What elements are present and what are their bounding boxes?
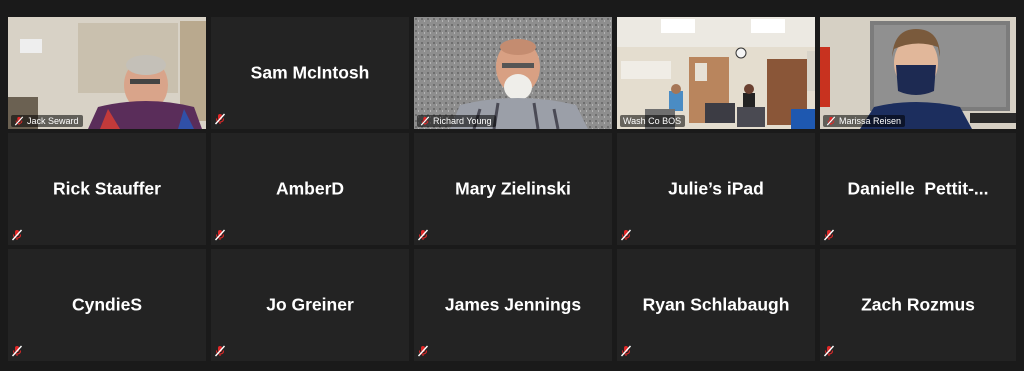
participant-name: CyndieS xyxy=(71,294,143,315)
microphone-muted-icon xyxy=(14,116,24,126)
microphone-muted-icon xyxy=(214,113,226,125)
participant-tile-rick-stauffer[interactable]: Rick Stauffer xyxy=(8,133,206,245)
participant-name: James Jennings xyxy=(444,294,582,315)
participant-tile-zach-rozmus[interactable]: Zach Rozmus xyxy=(820,249,1016,361)
participant-video xyxy=(414,17,612,129)
participant-video xyxy=(8,17,206,129)
microphone-muted-icon xyxy=(823,229,835,241)
participant-tile-danielle-pettit[interactable]: Danielle Pettit-... xyxy=(820,133,1016,245)
participant-name-tag: Wash Co BOS xyxy=(620,115,686,127)
participant-name: Jack Seward xyxy=(27,116,79,126)
participant-name: Danielle Pettit-... xyxy=(847,178,989,199)
microphone-muted-icon xyxy=(420,116,430,126)
microphone-muted-icon xyxy=(214,229,226,241)
participant-tile-amberd[interactable]: AmberD xyxy=(211,133,409,245)
microphone-muted-icon xyxy=(823,345,835,357)
participant-tile-sam-mcintosh[interactable]: Sam McIntosh xyxy=(211,17,409,129)
participant-tile-richard-young[interactable]: Richard Young xyxy=(414,17,612,129)
participant-name: Ryan Schlabaugh xyxy=(642,294,790,315)
participant-grid: Jack Seward Sam McIntosh Richard Young W… xyxy=(8,17,1016,361)
microphone-muted-icon xyxy=(11,229,23,241)
microphone-muted-icon xyxy=(214,345,226,357)
participant-tile-jo-greiner[interactable]: Jo Greiner xyxy=(211,249,409,361)
participant-tile-julies-ipad[interactable]: Julie’s iPad xyxy=(617,133,815,245)
participant-name: Marissa Reisen xyxy=(839,116,902,126)
participant-tile-ryan-schlabaugh[interactable]: Ryan Schlabaugh xyxy=(617,249,815,361)
participant-name: Mary Zielinski xyxy=(455,178,571,199)
participant-tile-mary-zielinski[interactable]: Mary Zielinski xyxy=(414,133,612,245)
participant-video xyxy=(820,17,1016,129)
participant-name: Richard Young xyxy=(433,116,492,126)
microphone-muted-icon xyxy=(620,345,632,357)
microphone-muted-icon xyxy=(826,116,836,126)
participant-name: Jo Greiner xyxy=(266,294,354,315)
participant-name-tag: Richard Young xyxy=(417,115,496,127)
microphone-muted-icon xyxy=(417,229,429,241)
participant-name: AmberD xyxy=(275,178,345,199)
participant-video xyxy=(617,17,815,129)
participant-name: Zach Rozmus xyxy=(861,294,975,315)
microphone-muted-icon xyxy=(417,345,429,357)
participant-tile-wash-co-bos[interactable]: Wash Co BOS xyxy=(617,17,815,129)
participant-name: Wash Co BOS xyxy=(623,116,682,126)
participant-name-tag: Jack Seward xyxy=(11,115,83,127)
participant-name-tag: Marissa Reisen xyxy=(823,115,906,127)
participant-tile-jack-seward[interactable]: Jack Seward xyxy=(8,17,206,129)
participant-name: Sam McIntosh xyxy=(250,62,370,83)
participant-name: Julie’s iPad xyxy=(668,178,764,199)
participant-tile-cyndies[interactable]: CyndieS xyxy=(8,249,206,361)
participant-tile-marissa-reisen[interactable]: Marissa Reisen xyxy=(820,17,1016,129)
microphone-muted-icon xyxy=(11,345,23,357)
microphone-muted-icon xyxy=(620,229,632,241)
participant-tile-james-jennings[interactable]: James Jennings xyxy=(414,249,612,361)
participant-name: Rick Stauffer xyxy=(53,178,161,199)
